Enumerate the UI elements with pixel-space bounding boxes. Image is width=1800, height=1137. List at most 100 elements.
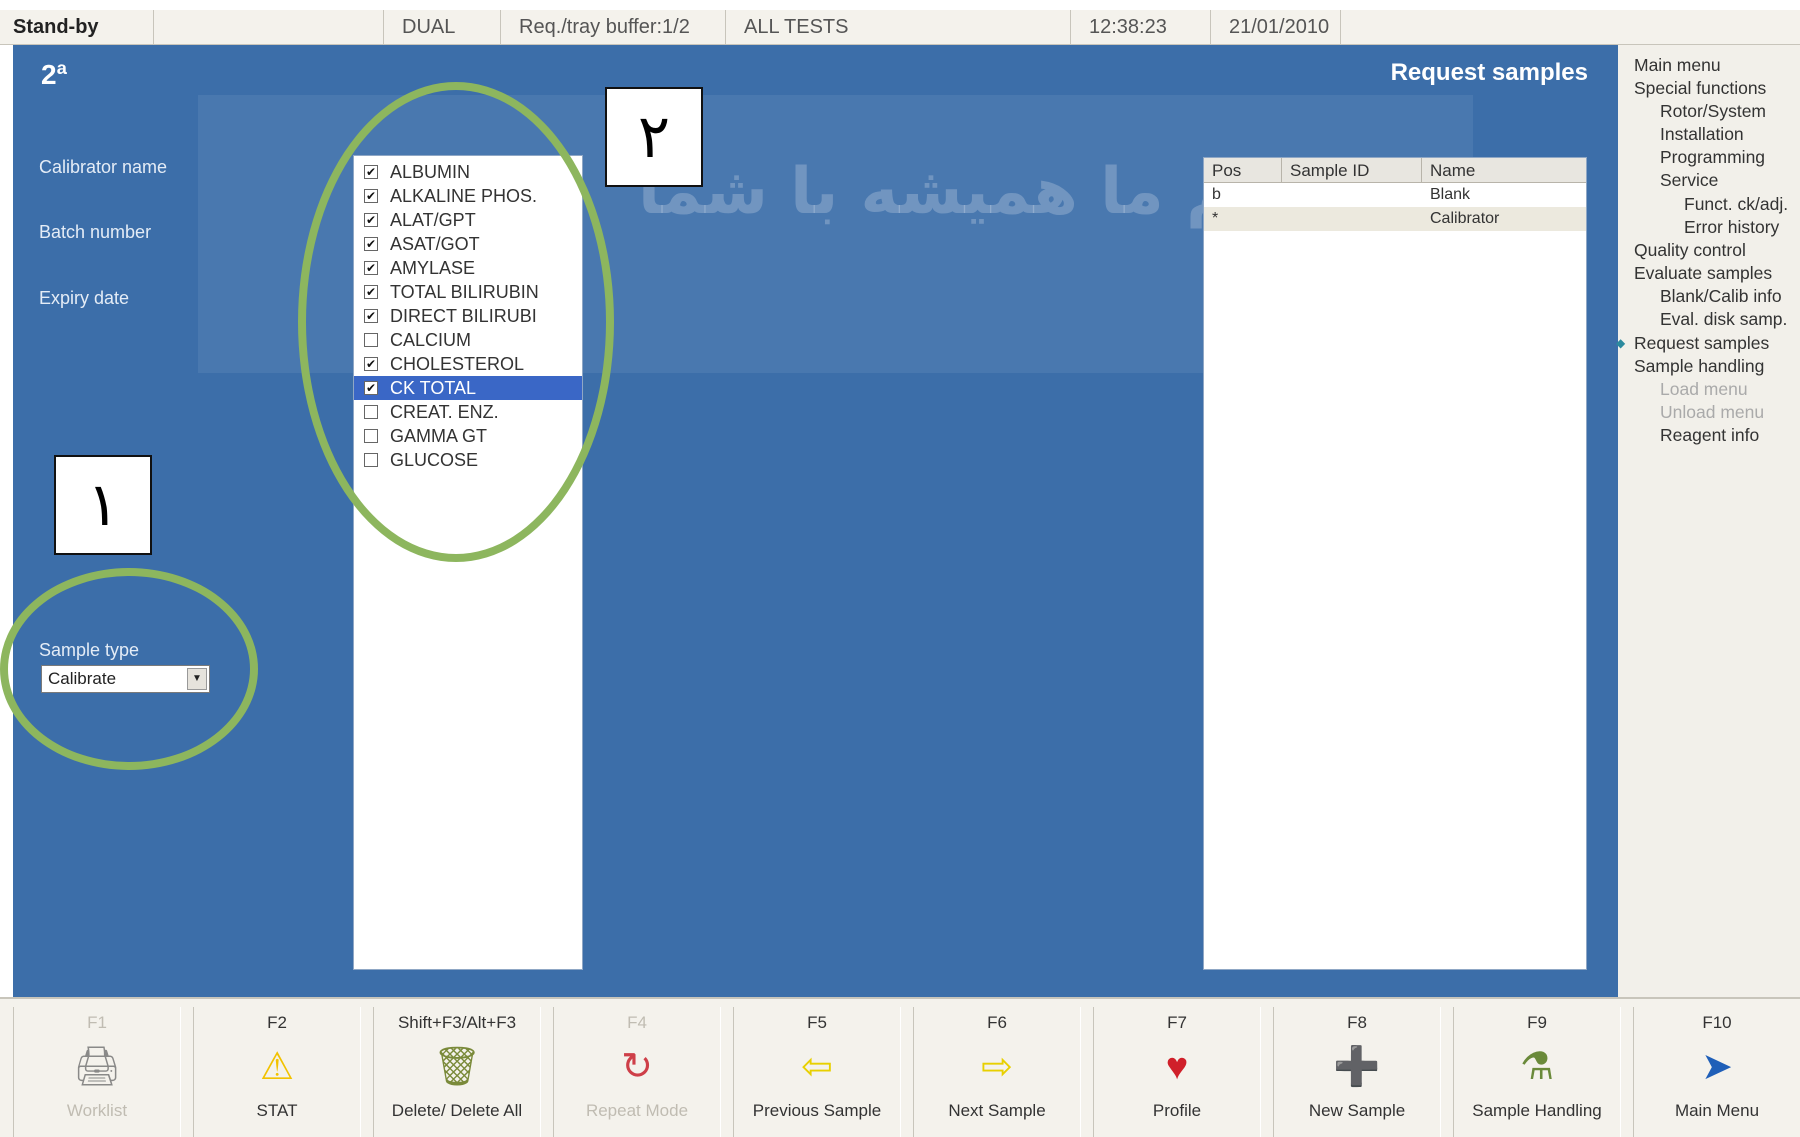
checkbox-checked-icon[interactable]: ✔ bbox=[364, 213, 378, 227]
status-tests: ALL TESTS bbox=[725, 10, 1070, 45]
status-mode: DUAL bbox=[383, 10, 500, 45]
test-item[interactable]: CALCIUM bbox=[354, 328, 582, 352]
column-header-pos[interactable]: Pos bbox=[1204, 158, 1282, 183]
fkey-shortcut: F7 bbox=[1167, 1013, 1187, 1032]
test-item[interactable]: ✔ ALAT/GPT bbox=[354, 208, 582, 232]
request-samples-panel: تیم ما همیشه با شما 2ª Request samples C… bbox=[13, 45, 1618, 997]
menu-item: Unload menu bbox=[1660, 402, 1765, 422]
cell-pos: b bbox=[1212, 186, 1221, 203]
navigate-icon: ➤ bbox=[1701, 1046, 1733, 1088]
checkbox-checked-icon[interactable]: ✔ bbox=[364, 381, 378, 395]
fkey-shortcut: F10 bbox=[1702, 1013, 1732, 1032]
status-date: 21/01/2010 bbox=[1210, 10, 1340, 45]
fkey-f10-button[interactable]: F10 ➤ Main Menu bbox=[1633, 1007, 1800, 1137]
fkey-f9-button[interactable]: F9 ⚗ Sample Handling bbox=[1453, 1007, 1621, 1137]
fkey-f4-button[interactable]: F4 ↻ Repeat Mode bbox=[553, 1007, 721, 1137]
fkey-f8-button[interactable]: F8 ➕ New Sample bbox=[1273, 1007, 1441, 1137]
cell-name: Calibrator bbox=[1430, 210, 1500, 227]
menu-item[interactable]: Service bbox=[1660, 168, 1718, 192]
status-tail-cell bbox=[1340, 10, 1800, 45]
test-name: ALBUMIN bbox=[390, 162, 471, 182]
menu-item[interactable]: Funct. ck/adj. bbox=[1684, 192, 1788, 216]
column-header-name[interactable]: Name bbox=[1422, 158, 1588, 183]
checkbox-checked-icon[interactable]: ✔ bbox=[364, 165, 378, 179]
test-item[interactable]: GLUCOSE bbox=[354, 448, 582, 472]
test-name: DIRECT BILIRUBI bbox=[390, 306, 537, 326]
fkey-shortcut: F6 bbox=[987, 1013, 1007, 1032]
menu-item[interactable]: Special functions bbox=[1634, 76, 1766, 100]
sample-type-select[interactable]: Calibrate ▼ bbox=[41, 665, 210, 693]
checkbox-empty-icon[interactable] bbox=[364, 453, 378, 467]
menu-item[interactable]: Request samples bbox=[1616, 331, 1769, 355]
test-name: ALAT/GPT bbox=[390, 210, 476, 230]
annotation-marker-1: ١ bbox=[54, 455, 152, 555]
menu-item[interactable]: Main menu bbox=[1634, 53, 1721, 77]
fkey-f1-button[interactable]: F1 🖨 Worklist bbox=[13, 1007, 181, 1137]
menu-item[interactable]: Installation bbox=[1660, 122, 1744, 146]
cell-name: Blank bbox=[1430, 186, 1471, 203]
test-item[interactable]: ✔ CHOLESTEROL bbox=[354, 352, 582, 376]
checkbox-empty-icon[interactable] bbox=[364, 405, 378, 419]
checkbox-checked-icon[interactable]: ✔ bbox=[364, 285, 378, 299]
menu-item[interactable]: Quality control bbox=[1634, 238, 1746, 262]
grid-header: Pos Sample ID Name bbox=[1204, 158, 1586, 183]
test-item[interactable]: ✔ AMYLASE bbox=[354, 256, 582, 280]
menu-item[interactable]: Error history bbox=[1684, 215, 1779, 239]
repeat-icon: ↻ bbox=[621, 1046, 653, 1088]
checkbox-checked-icon[interactable]: ✔ bbox=[364, 261, 378, 275]
column-header-sample-id[interactable]: Sample ID bbox=[1282, 158, 1422, 183]
fkey-shortcut: F8 bbox=[1347, 1013, 1367, 1032]
chevron-down-icon[interactable]: ▼ bbox=[187, 668, 207, 690]
page-title: Request samples bbox=[1390, 59, 1588, 86]
test-item[interactable]: ✔ ALBUMIN bbox=[354, 160, 582, 184]
watermark-text: تیم ما همیشه با شما bbox=[638, 155, 1287, 229]
sample-type-label: Sample type bbox=[39, 640, 140, 660]
arrow-left-icon: ⇦ bbox=[801, 1046, 833, 1088]
fkey-f6-button[interactable]: F6 ⇨ Next Sample bbox=[913, 1007, 1081, 1137]
test-item[interactable]: ✔ ALKALINE PHOS. bbox=[354, 184, 582, 208]
fkey-label: Worklist bbox=[66, 1101, 128, 1120]
test-item[interactable]: GAMMA GT bbox=[354, 424, 582, 448]
warning-icon: ⚠ bbox=[259, 1046, 295, 1088]
menu-item[interactable]: Eval. disk samp. bbox=[1660, 307, 1787, 331]
fkey-shortcut: F4 bbox=[627, 1013, 647, 1032]
table-row[interactable]: * Calibrator bbox=[1204, 207, 1586, 231]
menu-item[interactable]: Evaluate samples bbox=[1634, 261, 1772, 285]
checkbox-checked-icon[interactable]: ✔ bbox=[364, 189, 378, 203]
fkey-label: Repeat Mode bbox=[585, 1101, 689, 1120]
fkey-label: New Sample bbox=[1308, 1101, 1406, 1120]
menu-item[interactable]: Programming bbox=[1660, 145, 1765, 169]
tubes-icon: ⚗ bbox=[1519, 1046, 1555, 1088]
fkey-shift-f3-alt-f3-button[interactable]: Shift+F3/Alt+F3 🗑 Delete/ Delete All bbox=[373, 1007, 541, 1137]
fkey-label: STAT bbox=[256, 1101, 298, 1120]
checkbox-checked-icon[interactable]: ✔ bbox=[364, 237, 378, 251]
annotation-marker-2: ٢ bbox=[605, 87, 703, 187]
fkey-f2-button[interactable]: F2 ⚠ STAT bbox=[193, 1007, 361, 1137]
sample-type-value: Calibrate bbox=[48, 669, 117, 688]
checkbox-empty-icon[interactable] bbox=[364, 333, 378, 347]
table-row[interactable]: b Blank bbox=[1204, 183, 1586, 207]
menu-item[interactable]: Sample handling bbox=[1634, 354, 1764, 378]
fkey-shortcut: F1 bbox=[87, 1013, 107, 1032]
fkey-label: Delete/ Delete All bbox=[391, 1101, 523, 1120]
fkey-shortcut: F9 bbox=[1527, 1013, 1547, 1032]
sample-grid[interactable]: Pos Sample ID Name b Blank * Calibrator bbox=[1203, 157, 1587, 970]
checkbox-checked-icon[interactable]: ✔ bbox=[364, 357, 378, 371]
test-item[interactable]: ✔ CK TOTAL bbox=[354, 376, 582, 400]
menu-item[interactable]: Reagent info bbox=[1660, 423, 1759, 447]
checkbox-empty-icon[interactable] bbox=[364, 429, 378, 443]
menu-item[interactable]: Blank/Calib info bbox=[1660, 284, 1782, 308]
test-item[interactable]: ✔ ASAT/GOT bbox=[354, 232, 582, 256]
fkey-f5-button[interactable]: F5 ⇦ Previous Sample bbox=[733, 1007, 901, 1137]
expiry-date-label: Expiry date bbox=[39, 288, 130, 308]
grid-body: b Blank * Calibrator bbox=[1204, 183, 1586, 231]
checkbox-checked-icon[interactable]: ✔ bbox=[364, 309, 378, 323]
test-name: ASAT/GOT bbox=[390, 234, 480, 254]
fkey-shortcut: F5 bbox=[807, 1013, 827, 1032]
menu-item[interactable]: Rotor/System bbox=[1660, 99, 1766, 123]
tests-checklist[interactable]: ✔ ALBUMIN ✔ ALKALINE PHOS. ✔ ALAT/GPT ✔ ASAT/GO… bbox=[353, 155, 583, 970]
test-item[interactable]: CREAT. ENZ. bbox=[354, 400, 582, 424]
test-item[interactable]: ✔ TOTAL BILIRUBIN bbox=[354, 280, 582, 304]
fkey-f7-button[interactable]: F7 ♥ Profile bbox=[1093, 1007, 1261, 1137]
test-item[interactable]: ✔ DIRECT BILIRUBI bbox=[354, 304, 582, 328]
